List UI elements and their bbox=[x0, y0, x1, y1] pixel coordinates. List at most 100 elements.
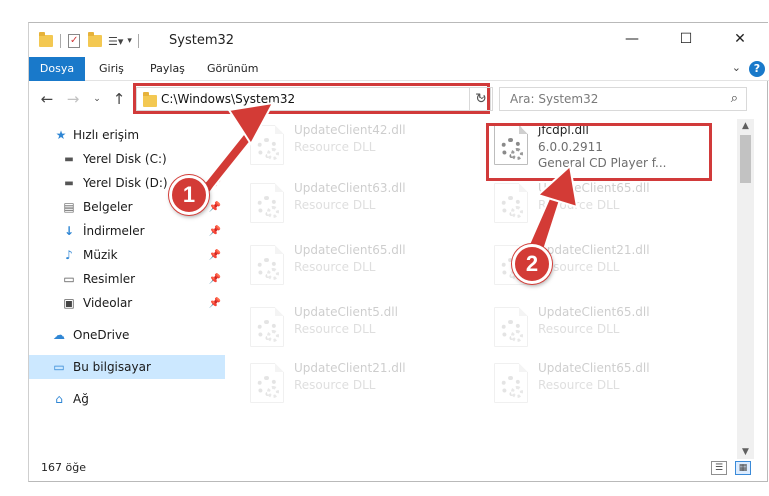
file-name: UpdateClient42.dll bbox=[294, 123, 406, 137]
pin-icon[interactable]: 📌 bbox=[209, 202, 221, 213]
sidebar-item-label: Hızlı erişim bbox=[73, 128, 140, 142]
callout-badge-2: 2 bbox=[512, 244, 552, 284]
search-icon[interactable]: ⌕ bbox=[731, 91, 738, 106]
callout-badge-1: 1 bbox=[169, 175, 209, 215]
sidebar-item-label: Yerel Disk (C:) bbox=[83, 152, 167, 166]
navigation-bar: ← → ⌄ ↑ C:\Windows\System32 ⌄ ↻ Ara: Sys… bbox=[29, 82, 769, 116]
sidebar-item-this-pc[interactable]: ▭ Bu bilgisayar bbox=[29, 355, 225, 379]
file-item[interactable]: UpdateClient63.dll Resource DLL bbox=[244, 177, 474, 229]
file-type: Resource DLL bbox=[294, 260, 376, 274]
sidebar-item-label: Ağ bbox=[73, 392, 89, 406]
sidebar-item-quick-access[interactable]: ★ Hızlı erişim bbox=[29, 123, 225, 147]
file-item[interactable]: UpdateClient65.dll Resource DLL bbox=[488, 301, 718, 353]
sidebar-item-pictures[interactable]: ▭ Resimler 📌 bbox=[29, 267, 225, 291]
file-name: UpdateClient65.dll bbox=[538, 361, 650, 375]
expand-ribbon-icon[interactable]: ⌄ bbox=[732, 61, 741, 74]
video-icon: ▣ bbox=[63, 296, 75, 310]
file-name: UpdateClient21.dll bbox=[538, 243, 650, 257]
scrollbar-thumb[interactable] bbox=[740, 135, 751, 183]
pin-icon[interactable]: 📌 bbox=[209, 226, 221, 237]
title-bar: ✓ ☰▾ ▾ System32 — ☐ ✕ bbox=[29, 23, 769, 57]
dll-file-icon bbox=[494, 363, 528, 403]
download-icon: ↓ bbox=[63, 224, 75, 238]
dropdown-icon[interactable]: ▾ bbox=[127, 36, 132, 46]
vertical-scrollbar[interactable]: ▲ ▼ bbox=[737, 119, 754, 459]
music-icon: ♪ bbox=[65, 248, 73, 262]
up-button[interactable]: ↑ bbox=[109, 89, 129, 109]
documents-icon: ▤ bbox=[63, 200, 75, 214]
file-type: Resource DLL bbox=[294, 322, 376, 336]
file-type: Resource DLL bbox=[294, 378, 376, 392]
item-count: 167 öğe bbox=[41, 461, 86, 474]
sidebar-item-network[interactable]: ⌂ Ağ bbox=[29, 387, 225, 411]
help-icon[interactable]: ? bbox=[749, 61, 765, 77]
file-name: UpdateClient65.dll bbox=[294, 243, 406, 257]
sidebar-item-label: Videolar bbox=[83, 296, 133, 310]
sidebar-item-videos[interactable]: ▣ Videolar 📌 bbox=[29, 291, 225, 315]
tab-home[interactable]: Giriş bbox=[89, 57, 134, 81]
file-list: UpdateClient42.dll Resource DLL jfcdpl.d… bbox=[244, 119, 739, 449]
divider bbox=[137, 34, 139, 48]
status-bar: 167 öğe ☰ ▦ bbox=[29, 455, 769, 481]
file-type: Resource DLL bbox=[294, 198, 376, 212]
dll-file-icon bbox=[250, 307, 284, 347]
dll-file-icon bbox=[494, 183, 528, 223]
pin-icon[interactable]: 📌 bbox=[209, 178, 221, 189]
sidebar-item-label: Yerel Disk (D:) bbox=[83, 176, 168, 190]
file-item[interactable]: UpdateClient5.dll Resource DLL bbox=[244, 301, 474, 353]
pin-icon[interactable]: 📌 bbox=[209, 298, 221, 309]
file-name: UpdateClient65.dll bbox=[538, 181, 650, 195]
tab-share[interactable]: Paylaş bbox=[140, 57, 195, 81]
file-name: UpdateClient63.dll bbox=[294, 181, 406, 195]
maximize-button[interactable]: ☐ bbox=[663, 23, 709, 55]
file-name: UpdateClient65.dll bbox=[538, 305, 650, 319]
recent-locations-icon[interactable]: ⌄ bbox=[87, 89, 107, 109]
back-button[interactable]: ← bbox=[37, 89, 57, 109]
file-item[interactable]: UpdateClient65.dll Resource DLL bbox=[488, 177, 718, 229]
file-highlight bbox=[486, 123, 712, 181]
navigation-pane: ★ Hızlı erişim ▬ Yerel Disk (C:) ▬ Yerel… bbox=[29, 119, 225, 449]
file-item[interactable]: UpdateClient42.dll Resource DLL bbox=[244, 119, 474, 171]
sidebar-item-label: Müzik bbox=[83, 248, 118, 262]
search-placeholder: Ara: System32 bbox=[510, 92, 599, 106]
customize-icon[interactable]: ☰▾ bbox=[108, 35, 123, 48]
drive-icon: ▬ bbox=[64, 177, 74, 189]
sidebar-item-disk-c[interactable]: ▬ Yerel Disk (C:) bbox=[29, 147, 225, 171]
tab-view[interactable]: Görünüm bbox=[197, 57, 268, 81]
tiles-view-icon[interactable]: ▦ bbox=[735, 461, 751, 475]
sidebar-item-onedrive[interactable]: ☁ OneDrive bbox=[29, 323, 225, 347]
minimize-button[interactable]: — bbox=[609, 23, 655, 55]
dll-file-icon bbox=[250, 183, 284, 223]
pin-icon[interactable]: 📌 bbox=[209, 274, 221, 285]
file-item[interactable]: UpdateClient65.dll Resource DLL bbox=[488, 357, 718, 409]
dll-file-icon bbox=[250, 245, 284, 285]
details-view-icon[interactable]: ☰ bbox=[711, 461, 727, 475]
dll-file-icon bbox=[250, 363, 284, 403]
file-item[interactable]: UpdateClient65.dll Resource DLL bbox=[244, 239, 474, 291]
new-folder-icon[interactable] bbox=[88, 32, 102, 47]
computer-icon: ▭ bbox=[53, 360, 65, 374]
sidebar-item-label: Bu bilgisayar bbox=[73, 360, 151, 374]
file-name: UpdateClient21.dll bbox=[294, 361, 406, 375]
ribbon-tabs: Dosya Giriş Paylaş Görünüm ⌄ ? bbox=[29, 57, 769, 81]
explorer-window: ✓ ☰▾ ▾ System32 — ☐ ✕ Dosya Giriş Paylaş… bbox=[28, 22, 769, 482]
network-icon: ⌂ bbox=[55, 392, 63, 406]
forward-button[interactable]: → bbox=[63, 89, 83, 109]
dll-file-icon bbox=[250, 125, 284, 165]
sidebar-item-music[interactable]: ♪ Müzik 📌 bbox=[29, 243, 225, 267]
search-input[interactable]: Ara: System32 ⌕ bbox=[499, 87, 747, 111]
refresh-button[interactable]: ↻ bbox=[469, 87, 493, 111]
tab-file[interactable]: Dosya bbox=[29, 57, 85, 81]
pin-icon[interactable]: 📌 bbox=[209, 250, 221, 261]
file-item[interactable]: UpdateClient21.dll Resource DLL bbox=[244, 357, 474, 409]
properties-icon[interactable]: ✓ bbox=[68, 34, 80, 48]
sidebar-item-downloads[interactable]: ↓ İndirmeler 📌 bbox=[29, 219, 225, 243]
file-name: UpdateClient5.dll bbox=[294, 305, 398, 319]
sidebar-item-label: İndirmeler bbox=[83, 224, 145, 238]
window-title: System32 bbox=[169, 33, 235, 48]
scroll-up-icon[interactable]: ▲ bbox=[737, 121, 754, 131]
file-type: Resource DLL bbox=[538, 322, 620, 336]
drive-icon: ▬ bbox=[64, 153, 74, 165]
close-button[interactable]: ✕ bbox=[717, 23, 763, 55]
folder-icon[interactable] bbox=[39, 32, 53, 47]
